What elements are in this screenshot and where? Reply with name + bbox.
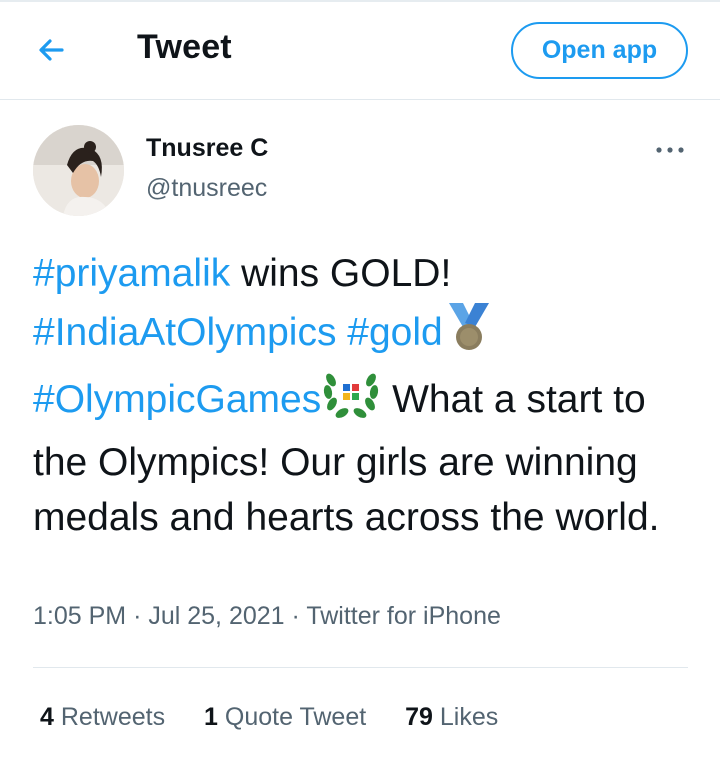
quote-tweets-stat[interactable]: 1 Quote Tweet: [204, 703, 366, 732]
hashtag-priyamalik[interactable]: #priyamalik: [33, 252, 230, 295]
author-name[interactable]: Tnusree C: [146, 134, 268, 163]
olympic-wreath-icon: [321, 368, 381, 435]
likes-stat[interactable]: 79 Likes: [405, 703, 498, 732]
medal-icon: [443, 301, 495, 368]
page-title: Tweet: [137, 28, 232, 66]
author-handle[interactable]: @tnusreec: [146, 174, 267, 203]
more-options-button[interactable]: [650, 136, 690, 164]
avatar-photo: [33, 125, 124, 216]
tweet-text-segment: wins GOLD!: [230, 252, 452, 295]
tweet-time[interactable]: 1:05 PM: [33, 602, 126, 630]
avatar[interactable]: [33, 125, 124, 216]
tweet-source[interactable]: Twitter for iPhone: [306, 602, 501, 630]
retweets-count: 4: [40, 703, 54, 731]
retweets-label: Retweets: [60, 703, 166, 731]
quotes-label: Quote Tweet: [224, 703, 367, 731]
header-divider: [0, 99, 720, 100]
hashtag-olympicgames[interactable]: #OlympicGames: [33, 378, 321, 421]
arrow-left-icon: [39, 39, 64, 61]
tweet-date[interactable]: Jul 25, 2021: [148, 602, 284, 630]
tweet-meta: 1:05 PM · Jul 25, 2021 · Twitter for iPh…: [33, 602, 501, 631]
header-bar: Tweet Open app: [0, 2, 720, 99]
tweet-stats: 4 Retweets 1 Quote Tweet 79 Likes: [40, 703, 530, 732]
back-button[interactable]: [32, 30, 72, 70]
likes-label: Likes: [439, 703, 499, 731]
likes-count: 79: [405, 703, 433, 731]
open-app-button[interactable]: Open app: [511, 22, 688, 79]
stats-divider: [33, 667, 688, 668]
more-horizontal-icon: [656, 147, 684, 153]
meta-separator: ·: [291, 602, 300, 630]
hashtag-gold[interactable]: #gold: [347, 311, 442, 354]
quotes-count: 1: [204, 703, 218, 731]
tweet-text: #priyamalik wins GOLD! #IndiaAtOlympics #…: [33, 246, 693, 545]
hashtag-indiaatolympics[interactable]: #IndiaAtOlympics: [33, 311, 336, 354]
retweets-stat[interactable]: 4 Retweets: [40, 703, 165, 732]
meta-separator: ·: [133, 602, 142, 630]
